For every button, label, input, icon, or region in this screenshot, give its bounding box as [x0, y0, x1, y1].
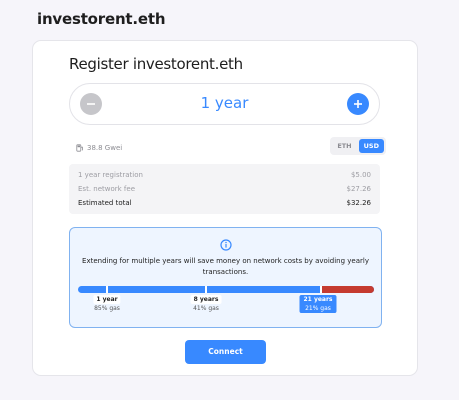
bar-divider: [319, 286, 322, 293]
register-title: Register investorent.eth: [69, 55, 243, 73]
marker-gas: 41% gas: [193, 305, 219, 312]
fee-label: Est. network fee: [78, 185, 135, 193]
duration-label: 1 year: [200, 94, 249, 112]
gas-price: 38.8 Gwei: [76, 141, 122, 155]
marker-8-years: 8 years 41% gas: [190, 295, 222, 313]
marker-21-years: 21 years 21% gas: [299, 295, 337, 313]
gas-pump-icon: [76, 144, 83, 152]
multi-year-info: Extending for multiple years will save m…: [69, 227, 382, 328]
marker-gas: 85% gas: [94, 305, 120, 312]
increase-years-button[interactable]: [347, 93, 369, 115]
fee-value: $32.26: [346, 199, 372, 207]
fee-summary: 1 year registration $5.00 Est. network f…: [69, 164, 380, 214]
marker-years: 21 years: [300, 295, 336, 304]
fee-row-network: Est. network fee $27.26: [78, 182, 371, 196]
fee-label: 1 year registration: [78, 171, 143, 179]
marker-1-year: 1 year 85% gas: [93, 295, 121, 313]
marker-years: 1 year: [93, 295, 121, 304]
duration-selector: 1 year: [69, 83, 380, 125]
bar-divider: [106, 286, 109, 293]
fee-value: $5.00: [350, 171, 371, 179]
currency-usd-option[interactable]: USD: [358, 139, 384, 153]
fee-row-registration: 1 year registration $5.00: [78, 168, 371, 182]
currency-toggle: ETH USD: [330, 137, 386, 155]
page-title: investorent.eth: [37, 10, 166, 28]
register-card: Register investorent.eth 1 year 38.8 Gwe…: [32, 40, 418, 376]
gas-savings-bar-overflow: [320, 286, 374, 293]
info-icon: [220, 239, 232, 251]
fee-row-total: Estimated total $32.26: [78, 196, 371, 210]
info-text: Extending for multiple years will save m…: [82, 257, 369, 276]
currency-eth-option[interactable]: ETH: [332, 139, 356, 153]
connect-button[interactable]: Connect: [185, 340, 266, 364]
bar-divider: [205, 286, 208, 293]
marker-gas: 21% gas: [300, 304, 336, 313]
marker-years: 8 years: [190, 295, 222, 304]
fee-label: Estimated total: [78, 199, 132, 207]
fee-value: $27.26: [346, 185, 372, 193]
gas-savings-bar: [78, 286, 374, 293]
plus-icon: [354, 100, 362, 108]
gas-price-value: 38.8 Gwei: [87, 144, 123, 152]
